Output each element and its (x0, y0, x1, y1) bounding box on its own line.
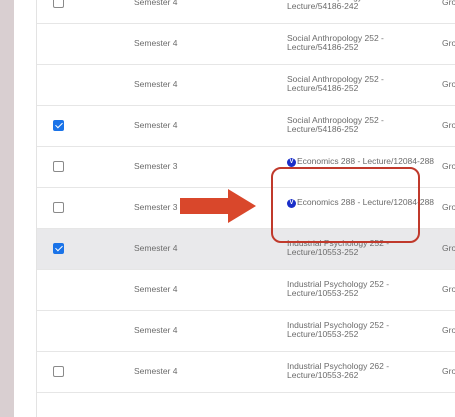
row-select-checkbox[interactable] (53, 366, 64, 377)
table-row[interactable]: Semester 4 Industrial Psychology 262 - Le… (37, 352, 455, 393)
course-cell: Industrial Psychology 252 - Lecture/1055… (287, 321, 437, 339)
row-select-checkbox[interactable] (53, 243, 64, 254)
semester-cell: Semester 4 (134, 284, 178, 294)
semester-cell: Semester 3 (134, 202, 178, 212)
course-name: Social Anthropology 252 - Lecture/54186-… (287, 74, 384, 93)
course-name: Social Anthropology 242 - Lecture/54186-… (287, 0, 384, 11)
group-cell: Group (442, 325, 455, 335)
course-table-panel: Semester 4 Social Anthropology 242 - Lect… (14, 0, 455, 417)
course-cell: Social Anthropology 252 - Lecture/54186-… (287, 116, 437, 134)
semester-cell: Semester 4 (134, 325, 178, 335)
semester-cell: Semester 4 (134, 38, 178, 48)
semester-cell: Semester 4 (134, 120, 178, 130)
course-cell: Industrial Psychology 252 - Lecture/1055… (287, 280, 437, 298)
course-cell: Social Anthropology 252 - Lecture/54186-… (287, 34, 437, 52)
table-row[interactable]: Semester 4 Industrial Psychology 252 - Le… (37, 311, 455, 352)
course-cell: Industrial Psychology 262 - Lecture/1055… (287, 362, 437, 380)
table-row[interactable]: Semester 4 Social Anthropology 242 - Lect… (37, 0, 455, 24)
table-row[interactable]: Semester 4 Industrial Psychology 252 - Le… (37, 270, 455, 311)
course-name: Industrial Psychology 252 - Lecture/1055… (287, 320, 390, 339)
group-cell: Group (442, 243, 455, 253)
course-cell: V Economics 288 - Lecture/12084-288 (287, 157, 437, 167)
semester-cell: Semester 4 (134, 0, 178, 7)
group-cell: Group (442, 284, 455, 294)
course-name: Economics 288 - Lecture/12084-288 (297, 156, 435, 166)
table-row[interactable]: Semester 4 Social Anthropology 252 - Lect… (37, 106, 455, 147)
course-name: Social Anthropology 252 - Lecture/54186-… (287, 33, 384, 52)
row-select-checkbox[interactable] (53, 161, 64, 172)
course-name: Social Anthropology 252 - Lecture/54186-… (287, 115, 384, 134)
semester-cell: Semester 4 (134, 79, 178, 89)
group-cell: Group (442, 161, 455, 171)
row-select-checkbox[interactable] (53, 202, 64, 213)
table-row[interactable]: Semester 4 Social Anthropology 252 - Lect… (37, 24, 455, 65)
course-cell: Social Anthropology 242 - Lecture/54186-… (287, 0, 437, 11)
group-cell: Group (442, 202, 455, 212)
row-select-checkbox[interactable] (53, 0, 64, 8)
group-cell: Group (442, 38, 455, 48)
group-cell: Group (442, 79, 455, 89)
group-cell: Group (442, 0, 455, 7)
annotation-highlight-box (271, 167, 420, 243)
table-row[interactable]: Semester 4 Social Anthropology 252 - Lect… (37, 65, 455, 106)
semester-cell: Semester 4 (134, 243, 178, 253)
row-select-checkbox[interactable] (53, 120, 64, 131)
course-name: Industrial Psychology 252 - Lecture/1055… (287, 279, 390, 298)
semester-cell: Semester 4 (134, 366, 178, 376)
group-cell: Group (442, 120, 455, 130)
course-name: Industrial Psychology 262 - Lecture/1055… (287, 361, 390, 380)
semester-cell: Semester 3 (134, 161, 178, 171)
info-badge-icon: V (287, 158, 296, 167)
annotation-arrow-icon (180, 189, 256, 223)
group-cell: Group (442, 366, 455, 376)
course-cell: Social Anthropology 252 - Lecture/54186-… (287, 75, 437, 93)
